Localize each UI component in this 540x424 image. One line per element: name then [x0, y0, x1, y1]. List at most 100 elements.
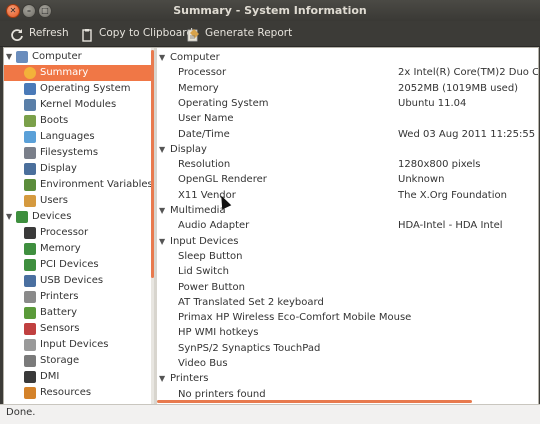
details-row[interactable]: Date/Time Wed 03 Aug 2011 11:25:55 AM ID	[157, 127, 538, 142]
details-row[interactable]: Power Button	[157, 280, 538, 295]
details-category[interactable]: ▼ Input Devices	[157, 234, 538, 249]
details-key: Primax HP Wireless Eco-Comfort Mobile Mo…	[178, 312, 412, 324]
tree-category-devices[interactable]: ▼ Devices	[4, 209, 151, 225]
details-value: 2x Intel(R) Core(TM)2 Duo CPU	[398, 67, 538, 79]
window-title: Summary - System Information	[173, 4, 367, 17]
tree-item-operating-system[interactable]: Operating System	[4, 81, 151, 97]
details-row[interactable]: Primax HP Wireless Eco-Comfort Mobile Mo…	[157, 310, 538, 325]
tree-item-environment-variables[interactable]: Environment Variables	[4, 177, 151, 193]
tree-item-dmi[interactable]: DMI	[4, 369, 151, 385]
copy-label: Copy to Clipboard	[99, 27, 194, 39]
report-label: Generate Report	[205, 27, 293, 39]
navigation-tree[interactable]: ▼ Computer Summary Operating System Kernel M…	[4, 48, 151, 404]
tree-label: Storage	[40, 355, 80, 366]
details-category[interactable]: ▼ Printers	[157, 371, 538, 386]
refresh-icon	[10, 27, 24, 41]
details-row[interactable]: Processor 2x Intel(R) Core(TM)2 Duo CPU	[157, 65, 538, 80]
details-row[interactable]: HP WMI hotkeys	[157, 325, 538, 340]
tree-item-languages[interactable]: Languages	[4, 129, 151, 145]
expander-arrow-icon[interactable]: ▼	[159, 142, 165, 157]
details-category-label: Printers	[170, 373, 209, 385]
tree-label: Environment Variables	[40, 179, 151, 190]
expander-arrow-icon[interactable]: ▼	[159, 203, 165, 218]
details-row[interactable]: Audio Adapter HDA-Intel - HDA Intel	[157, 218, 538, 233]
expander-arrow-icon[interactable]: ▼	[159, 234, 165, 249]
filesystem-icon	[24, 147, 36, 159]
details-row[interactable]: OpenGL Renderer Unknown	[157, 172, 538, 187]
details-row[interactable]: Lid Switch	[157, 264, 538, 279]
details-row[interactable]: User Name	[157, 111, 538, 126]
tree-item-processor[interactable]: Processor	[4, 225, 151, 241]
details-row[interactable]: Resolution 1280x800 pixels	[157, 157, 538, 172]
expander-arrow-icon[interactable]: ▼	[159, 371, 165, 386]
details-category[interactable]: ▼ Display	[157, 142, 538, 157]
tree-label: Languages	[40, 131, 95, 142]
main-panes: ▼ Computer Summary Operating System Kernel M…	[3, 47, 539, 405]
details-key: Video Bus	[178, 358, 228, 369]
details-row[interactable]: SynPS/2 Synaptics TouchPad	[157, 341, 538, 356]
details-category-label: Display	[170, 143, 207, 155]
tree-label: Battery	[40, 307, 78, 318]
tree-label: Sensors	[40, 323, 80, 334]
display-icon	[24, 163, 36, 175]
tree-label: Input Devices	[40, 339, 109, 350]
tree-label: Filesystems	[40, 147, 99, 158]
clipboard-icon	[80, 27, 94, 42]
details-row[interactable]: X11 Vendor The X.Org Foundation	[157, 188, 538, 203]
tree-label: Processor	[40, 227, 89, 238]
tree-item-resources[interactable]: Resources	[4, 385, 151, 401]
generate-report-button[interactable]: Generate Report	[186, 21, 292, 46]
tree-item-storage[interactable]: Storage	[4, 353, 151, 369]
refresh-label: Refresh	[29, 27, 69, 39]
tree-item-users[interactable]: Users	[4, 193, 151, 209]
details-value: 1280x800 pixels	[398, 159, 481, 171]
tree-label: Devices	[32, 211, 72, 222]
expander-arrow-icon[interactable]: ▼	[6, 209, 14, 225]
tree-item-printers[interactable]: Printers	[4, 289, 151, 305]
tree-item-summary[interactable]: Summary	[4, 65, 151, 81]
tree-item-usb-devices[interactable]: USB Devices	[4, 273, 151, 289]
details-row[interactable]: Memory 2052MB (1019MB used)	[157, 81, 538, 96]
expander-arrow-icon[interactable]: ▼	[159, 50, 165, 65]
tree-label: Operating System	[40, 83, 131, 94]
expander-arrow-icon[interactable]: ▼	[6, 49, 14, 65]
tree-item-pci-devices[interactable]: PCI Devices	[4, 257, 151, 273]
details-key: OpenGL Renderer	[178, 174, 267, 186]
tree-label: Users	[40, 195, 69, 206]
tree-label: USB Devices	[40, 275, 104, 286]
boots-icon	[24, 115, 36, 127]
module-icon	[24, 99, 36, 111]
copy-button[interactable]: Copy to Clipboard	[80, 21, 193, 46]
details-category-label: Computer	[170, 52, 220, 63]
details-row[interactable]: AT Translated Set 2 keyboard	[157, 295, 538, 310]
details-value: Unknown	[398, 174, 445, 186]
details-category[interactable]: ▼ Multimedia	[157, 203, 538, 218]
tree-item-input-devices[interactable]: Input Devices	[4, 337, 151, 353]
refresh-button[interactable]: Refresh	[10, 21, 69, 46]
tree-item-sensors[interactable]: Sensors	[4, 321, 151, 337]
details-key: Sleep Button	[178, 250, 243, 262]
details-row[interactable]: Video Bus	[157, 356, 538, 371]
details-key: Date/Time	[178, 128, 230, 140]
battery-icon	[24, 307, 36, 319]
details-row[interactable]: Sleep Button	[157, 249, 538, 264]
tree-item-memory[interactable]: Memory	[4, 241, 151, 257]
tree-item-display[interactable]: Display	[4, 161, 151, 177]
title-bar: ✕ – □ Summary - System Information	[0, 0, 540, 21]
os-icon	[24, 83, 36, 95]
details-category-label: Input Devices	[170, 235, 239, 247]
status-bar: Done.	[0, 404, 540, 424]
tree-category-computer[interactable]: ▼ Computer	[4, 49, 151, 65]
details-category[interactable]: ▼ Computer	[157, 50, 538, 65]
details-hscrollbar[interactable]	[157, 400, 472, 403]
tree-item-kernel-modules[interactable]: Kernel Modules	[4, 97, 151, 113]
details-value: Wed 03 Aug 2011 11:25:55 AM ID	[398, 128, 538, 140]
details-value: The X.Org Foundation	[398, 189, 507, 201]
tree-item-filesystems[interactable]: Filesystems	[4, 145, 151, 161]
tree-item-battery[interactable]: Battery	[4, 305, 151, 321]
details-row[interactable]: Operating System Ubuntu 11.04	[157, 96, 538, 111]
tree-label: PCI Devices	[40, 259, 99, 270]
tree-item-boots[interactable]: Boots	[4, 113, 151, 129]
tree-label: Computer	[32, 51, 82, 62]
usb-icon	[24, 275, 36, 287]
